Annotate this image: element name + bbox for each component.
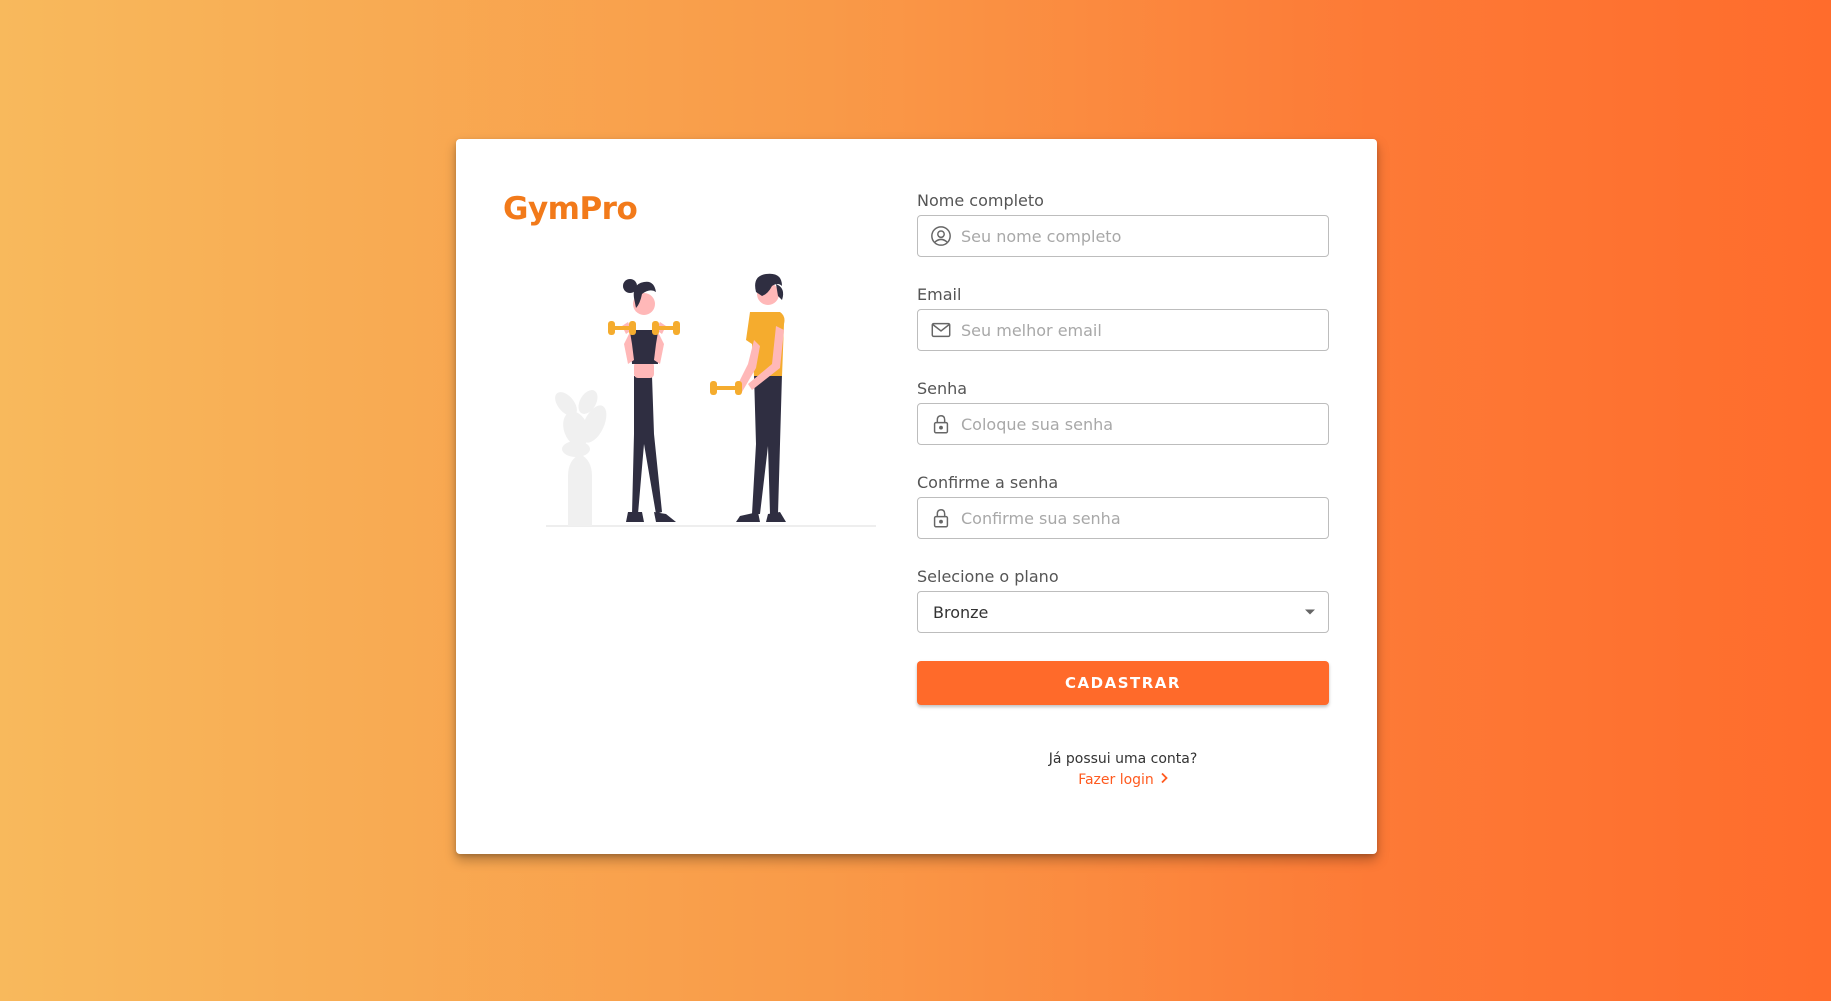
full-name-field-group: Nome completo bbox=[917, 191, 1329, 257]
email-field-group: Email bbox=[917, 285, 1329, 351]
register-button[interactable]: CADASTRAR bbox=[917, 661, 1329, 705]
lock-icon bbox=[930, 507, 952, 529]
full-name-label: Nome completo bbox=[917, 191, 1044, 210]
login-link[interactable]: Fazer login bbox=[1078, 770, 1168, 790]
envelope-icon bbox=[930, 319, 952, 341]
caret-down-icon bbox=[1304, 603, 1316, 621]
login-question: Já possui uma conta? bbox=[1048, 751, 1198, 767]
password-input-box[interactable] bbox=[917, 403, 1329, 445]
signup-card: GymPro Nome completo Seu nome completo E… bbox=[456, 139, 1377, 854]
woman-figure bbox=[608, 279, 680, 522]
password-label: Senha bbox=[917, 379, 968, 398]
email-label: Email bbox=[917, 285, 962, 304]
confirm-password-field-group: Confirme a senha bbox=[917, 473, 1329, 539]
chevron-right-icon bbox=[1160, 770, 1168, 790]
confirm-password-input[interactable] bbox=[961, 508, 1328, 528]
confirm-password-label: Confirme a senha bbox=[917, 473, 1059, 492]
password-input[interactable] bbox=[961, 414, 1328, 434]
email-input[interactable] bbox=[961, 320, 1328, 340]
lock-icon bbox=[930, 413, 952, 435]
user-circle-icon bbox=[930, 225, 952, 247]
login-prompt: Já possui uma conta? Fazer login bbox=[917, 749, 1329, 790]
plan-select[interactable]: Bronze bbox=[917, 591, 1329, 633]
full-name-input-box[interactable] bbox=[917, 215, 1329, 257]
workout-illustration bbox=[546, 273, 876, 527]
password-field-group: Senha bbox=[917, 379, 1329, 445]
confirm-password-input-box[interactable] bbox=[917, 497, 1329, 539]
plan-field-group: Selecione o plano Bronze bbox=[917, 567, 1329, 633]
plant-decoration bbox=[555, 390, 607, 526]
man-figure bbox=[710, 273, 786, 522]
brand-logo: GymPro bbox=[503, 191, 638, 227]
full-name-input[interactable] bbox=[961, 226, 1328, 246]
email-input-box[interactable] bbox=[917, 309, 1329, 351]
plan-selected-value: Bronze bbox=[933, 602, 989, 622]
plan-label: Selecione o plano bbox=[917, 567, 1059, 586]
login-link-label: Fazer login bbox=[1078, 772, 1154, 788]
